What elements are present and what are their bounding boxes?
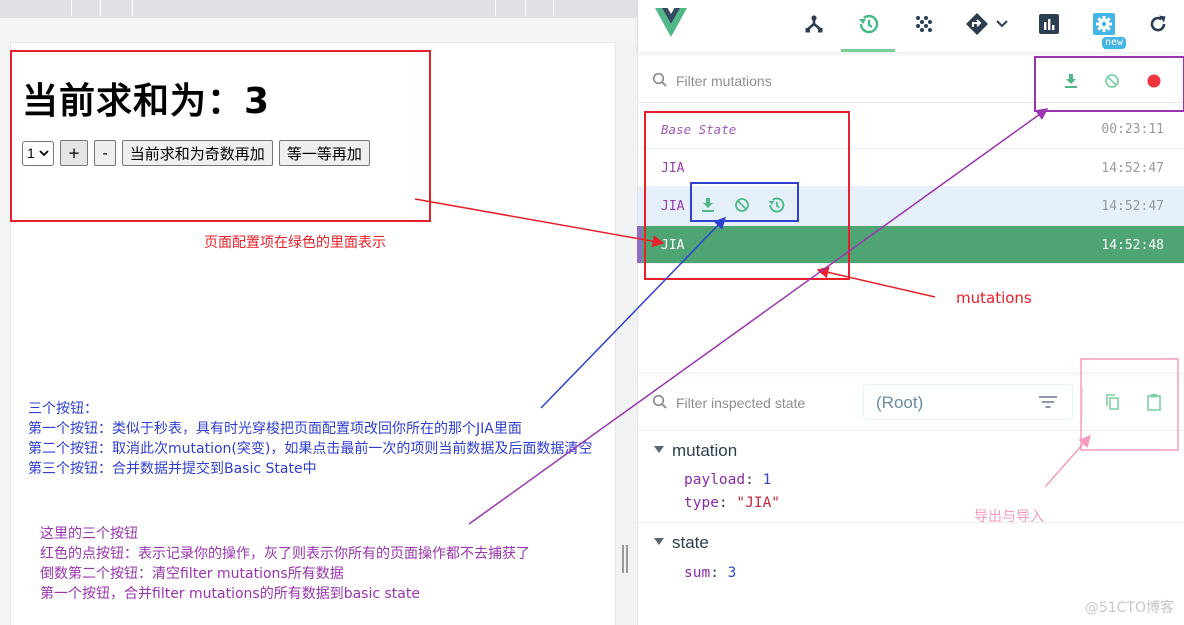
type-field: type: "JIA" xyxy=(684,495,781,511)
active-tab-indicator xyxy=(841,49,895,52)
watermark: @51CTO博客 xyxy=(1084,600,1174,616)
field-key: type xyxy=(684,495,719,511)
filter-icon xyxy=(1039,396,1057,408)
app-page-pane: 当前求和为：3 1 + - 当前求和为奇数再加 等一等再加 三个按钮： 第一个按… xyxy=(0,0,637,625)
revert-icon[interactable] xyxy=(732,195,752,215)
mutation-row[interactable]: JIA 14:52:47 xyxy=(638,149,1184,187)
revert-all-icon[interactable] xyxy=(1102,71,1122,91)
mutation-row-base-state[interactable]: Base State 00:23:11 xyxy=(638,110,1184,149)
caret-down-icon xyxy=(654,538,664,545)
field-key: payload xyxy=(684,472,746,488)
sum-value: 3 xyxy=(244,81,271,122)
counter-controls: 1 + - 当前求和为奇数再加 等一等再加 xyxy=(22,140,370,166)
page-config-label: 页面配置项在绿色的里面表示 xyxy=(204,235,386,251)
devtools-nav: new xyxy=(638,0,1184,52)
tab-separator xyxy=(495,0,496,16)
note-line: 倒数第二个按钮：清空filter mutations所有数据 xyxy=(40,566,344,582)
routing-icon[interactable] xyxy=(965,12,989,36)
mutation-row-actions xyxy=(698,195,786,215)
mutation-time: 00:23:11 xyxy=(1101,122,1164,137)
tab-separator xyxy=(132,0,133,16)
payload-field: payload: 1 xyxy=(684,472,772,488)
tab-separator xyxy=(71,0,72,16)
mutation-time: 14:52:47 xyxy=(1101,199,1164,214)
refresh-icon[interactable] xyxy=(1146,12,1170,36)
sum-heading-label: 当前求和为： xyxy=(22,81,245,122)
screenshot-root: 当前求和为：3 1 + - 当前求和为奇数再加 等一等再加 三个按钮： 第一个按… xyxy=(0,0,1184,625)
vuex-history-icon[interactable] xyxy=(856,12,880,36)
toolbar-buttons-note: 这里的三个按钮 红色的点按钮：表示记录你的操作，灰了则表示你所有的页面操作都不去… xyxy=(40,524,530,604)
new-badge: new xyxy=(1102,37,1127,49)
search-icon xyxy=(652,394,667,409)
mutations-filter-bar xyxy=(638,58,1184,103)
note-line: 这里的三个按钮 xyxy=(40,526,138,542)
browser-tab-strip xyxy=(0,0,637,18)
settings-icon[interactable] xyxy=(1092,12,1116,36)
mutation-row[interactable]: JIA 14:52:47 xyxy=(638,187,1184,226)
note-line: 第三个按钮：合并数据并提交到Basic State中 xyxy=(28,461,317,477)
root-select-value: (Root) xyxy=(876,393,924,412)
inspector-filter-bar: (Root) xyxy=(638,378,1184,431)
paste-state-icon[interactable] xyxy=(1144,392,1164,412)
section-divider xyxy=(638,522,1184,523)
mutation-time: 14:52:47 xyxy=(1101,160,1164,176)
note-line: 第一个按钮：类似于秒表，具有时光穿梭把页面配置项改回你所在的那个JIA里面 xyxy=(28,421,522,437)
tab-separator xyxy=(553,0,554,16)
mutation-time: 14:52:48 xyxy=(1101,237,1164,253)
field-value: "JIA" xyxy=(736,495,781,511)
toolbar-divider xyxy=(1082,388,1083,418)
splitter-grip[interactable] xyxy=(622,545,624,573)
decrement-button[interactable]: - xyxy=(94,140,116,166)
caret-down-icon xyxy=(654,446,664,453)
mutation-list: Base State 00:23:11 JIA 14:52:47 JIA 14:… xyxy=(637,110,1184,264)
performance-icon[interactable] xyxy=(1037,12,1061,36)
pane-splitter[interactable] xyxy=(616,42,637,625)
tab-separator xyxy=(100,0,101,16)
note-line: 红色的点按钮：表示记录你的操作，灰了则表示你所有的页面操作都不去捕获了 xyxy=(40,546,530,562)
section-title: state xyxy=(672,533,709,552)
note-line: 第二个按钮：取消此次mutation(突变)，如果点击最前一次的项则当前数据及后… xyxy=(28,441,593,457)
record-icon[interactable] xyxy=(1144,71,1164,91)
search-icon xyxy=(652,72,667,87)
vue-devtools-pane: new Base State 00:23:11 xyxy=(637,0,1184,625)
increment-if-odd-button[interactable]: 当前求和为奇数再加 xyxy=(121,140,273,166)
mutation-section-toggle[interactable]: mutation xyxy=(654,441,737,461)
mutation-name: JIA xyxy=(661,199,685,214)
components-icon[interactable] xyxy=(802,12,826,36)
section-title: mutation xyxy=(672,441,738,460)
mutation-name: JIA xyxy=(661,237,685,253)
increment-amount-select[interactable]: 1 xyxy=(22,140,54,166)
mutation-name: JIA xyxy=(661,160,685,176)
root-module-select[interactable]: (Root) xyxy=(863,384,1073,420)
note-line: 第一个按钮，合并filter mutations的所有数据到basic stat… xyxy=(40,586,420,602)
chevron-down-icon xyxy=(39,149,49,156)
mutations-label: mutations xyxy=(956,289,1032,307)
routing-dropdown-chevron-icon[interactable] xyxy=(990,12,1014,36)
field-value: 3 xyxy=(727,565,737,581)
mutation-name: Base State xyxy=(661,122,737,137)
splitter-grip[interactable] xyxy=(626,545,628,573)
increment-wait-button[interactable]: 等一等再加 xyxy=(278,140,370,166)
time-travel-icon[interactable] xyxy=(766,195,786,215)
note-line: 三个按钮： xyxy=(28,401,98,417)
filter-mutations-input[interactable] xyxy=(676,70,876,92)
copy-state-icon[interactable] xyxy=(1102,392,1122,412)
select-value: 1 xyxy=(27,145,35,161)
sum-heading: 当前求和为：3 xyxy=(22,72,270,124)
vue-logo-icon xyxy=(655,8,687,37)
sum-field: sum: 3 xyxy=(684,565,737,581)
export-import-label: 导出与导入 xyxy=(974,509,1044,525)
state-section-toggle[interactable]: state xyxy=(654,533,709,553)
field-key: sum xyxy=(684,565,711,581)
row-buttons-note: 三个按钮： 第一个按钮：类似于秒表，具有时光穿梭把页面配置项改回你所在的那个JI… xyxy=(28,399,592,479)
commit-all-icon[interactable] xyxy=(1061,71,1081,91)
tab-separator xyxy=(525,0,526,16)
filter-inspected-state-input[interactable] xyxy=(676,392,856,414)
commit-icon[interactable] xyxy=(698,195,718,215)
field-value: 1 xyxy=(762,472,772,488)
increment-button[interactable]: + xyxy=(59,140,89,166)
mutation-row-selected[interactable]: JIA 14:52:48 xyxy=(637,225,1184,264)
events-icon[interactable] xyxy=(912,12,936,36)
